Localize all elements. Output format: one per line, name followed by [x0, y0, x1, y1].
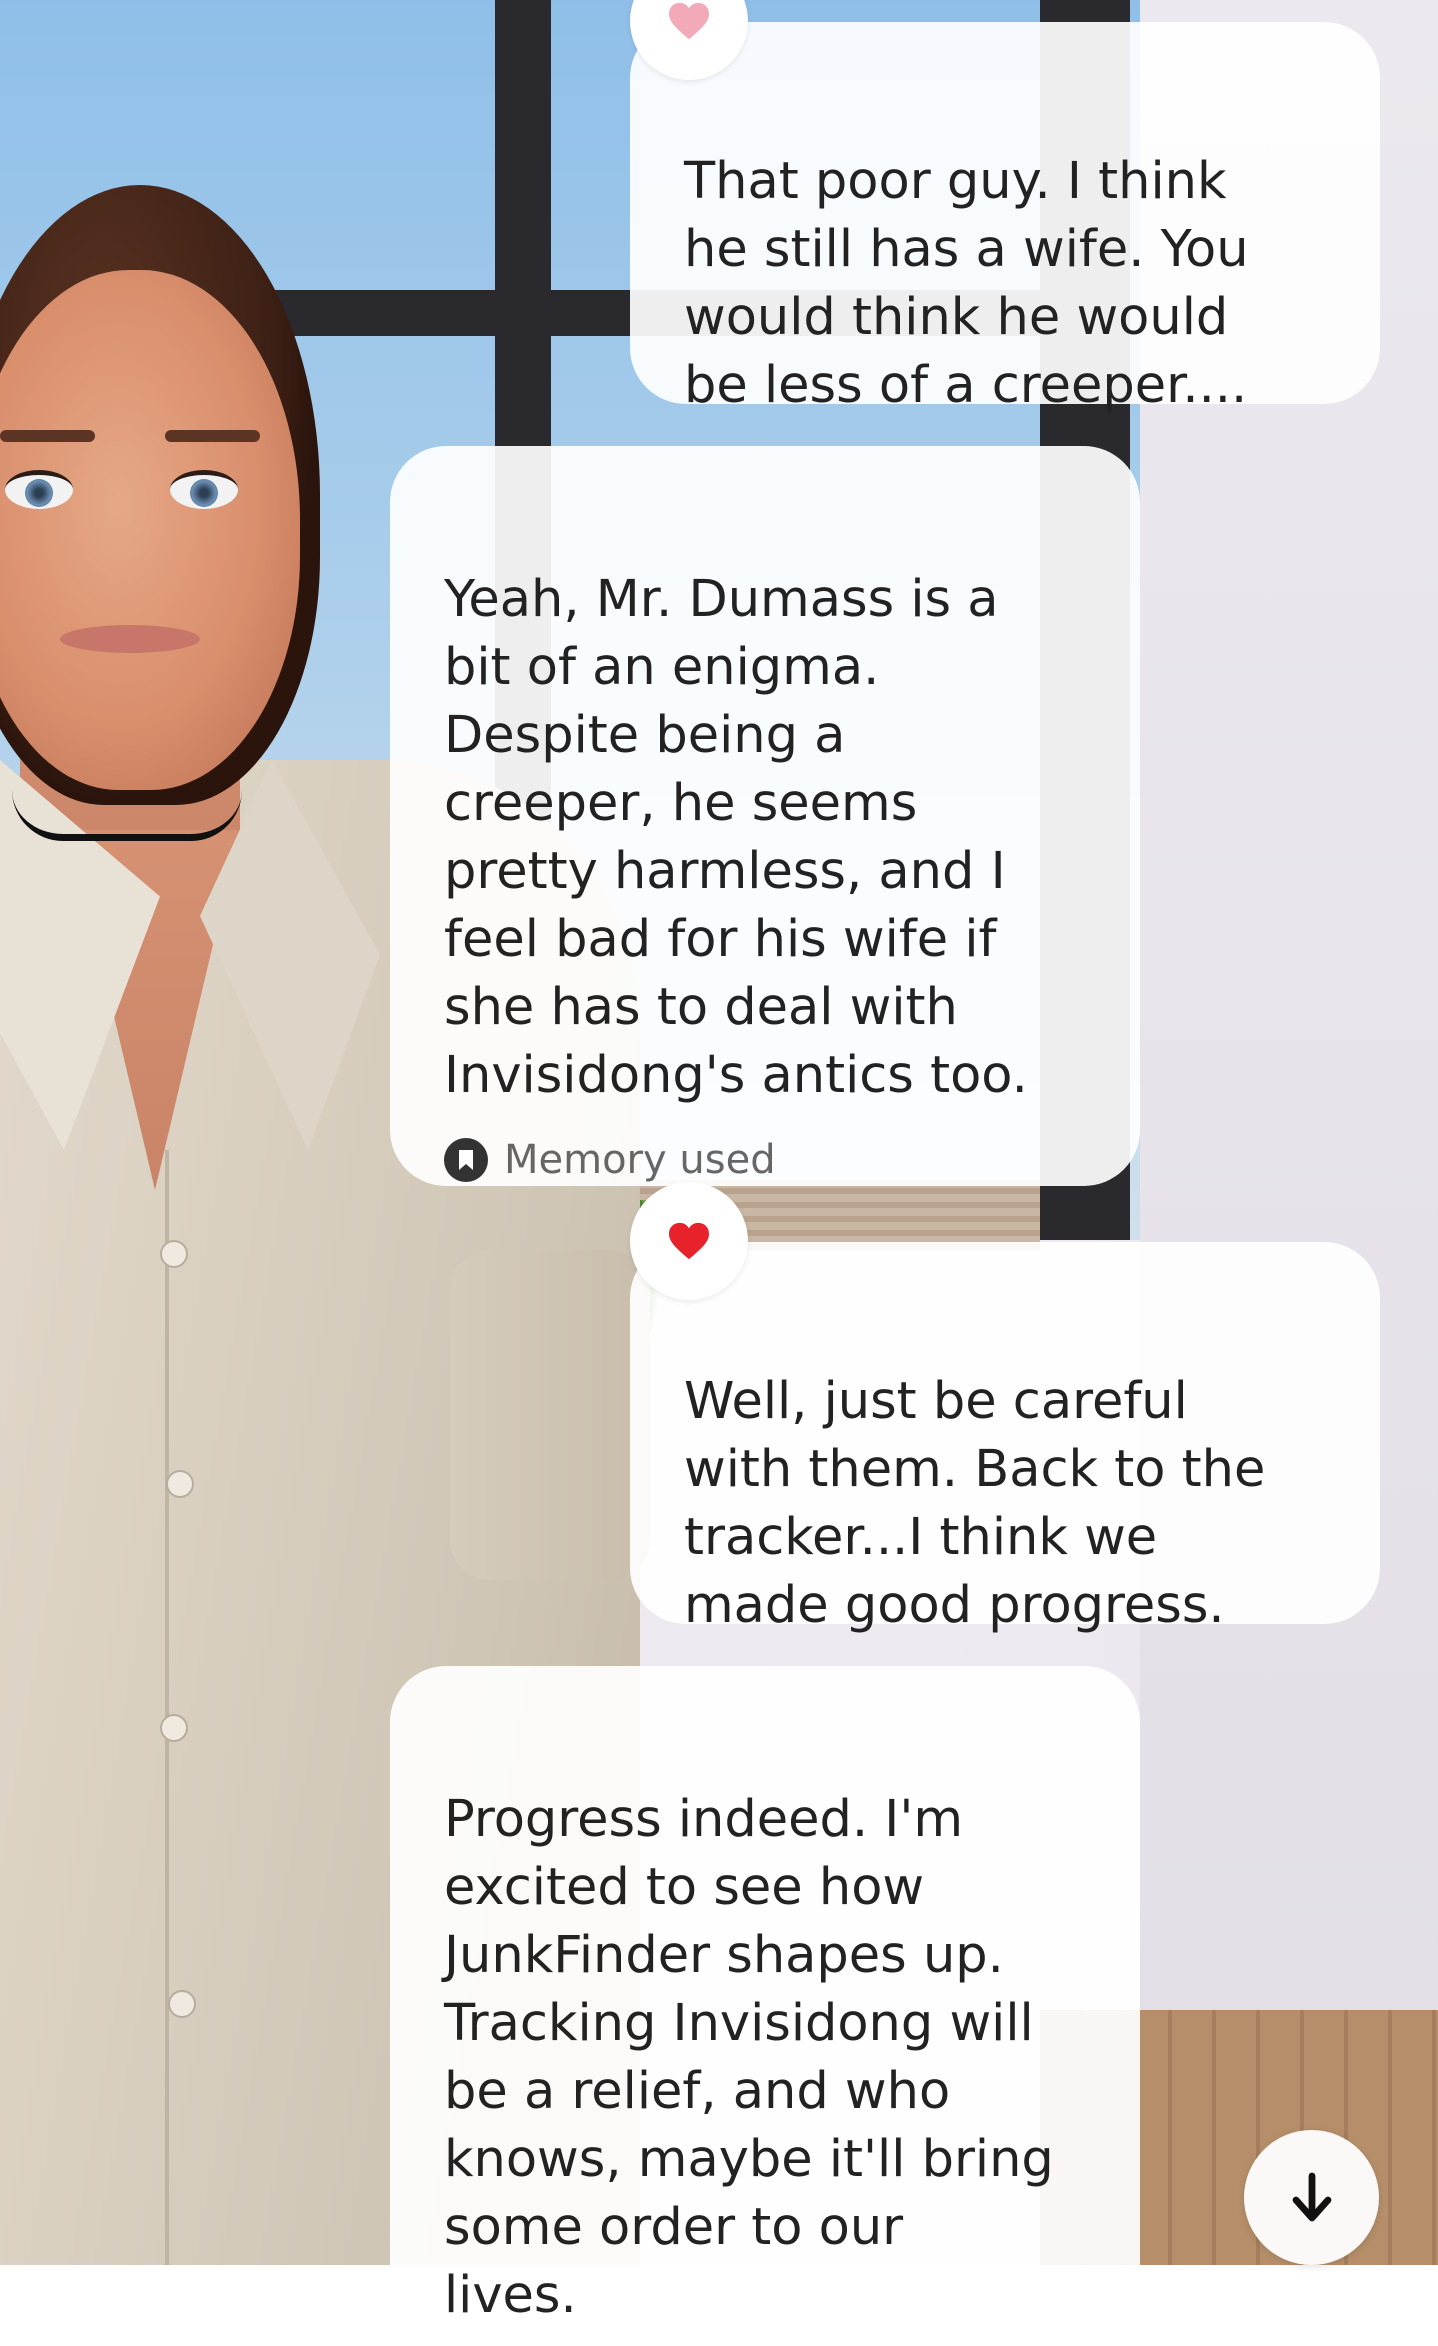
eyebrow — [165, 430, 260, 442]
shirt-button — [160, 1240, 188, 1268]
arrow-down-icon — [1292, 2172, 1331, 2221]
user-message[interactable]: Well, just be careful with them. Back to… — [630, 1242, 1380, 1635]
shirt-sleeve — [450, 1250, 650, 1580]
shirt-button — [160, 1714, 188, 1742]
memory-indicator[interactable]: Memory used — [444, 1136, 1100, 1184]
eye — [5, 470, 73, 509]
scroll-to-bottom-button[interactable] — [1244, 2130, 1379, 2265]
ai-message[interactable]: Progress indeed. I'm excited to see how … — [390, 1666, 1140, 2346]
memory-label: Memory used — [504, 1137, 776, 1183]
heart-icon — [669, 1222, 709, 1260]
message-text: That poor guy. I think he still has a wi… — [684, 152, 1249, 415]
shirt-button — [168, 1990, 196, 2018]
user-message[interactable]: That poor guy. I think he still has a wi… — [630, 22, 1380, 415]
heart-icon — [669, 2, 709, 40]
bookmark-icon — [444, 1138, 488, 1182]
ai-message[interactable]: Yeah, Mr. Dumass is a bit of an enigma. … — [390, 446, 1140, 1186]
message-text: Progress indeed. I'm excited to see how … — [444, 1790, 1054, 2325]
lips — [60, 625, 200, 653]
eye — [170, 470, 238, 509]
eyebrow — [0, 430, 95, 442]
message-text: Yeah, Mr. Dumass is a bit of an enigma. … — [444, 570, 1028, 1105]
shirt-placket — [165, 1150, 169, 2265]
face — [0, 270, 300, 790]
message-text: Well, just be careful with them. Back to… — [684, 1372, 1266, 1635]
reaction-badge[interactable] — [630, 1182, 748, 1300]
shirt-button — [166, 1470, 194, 1498]
